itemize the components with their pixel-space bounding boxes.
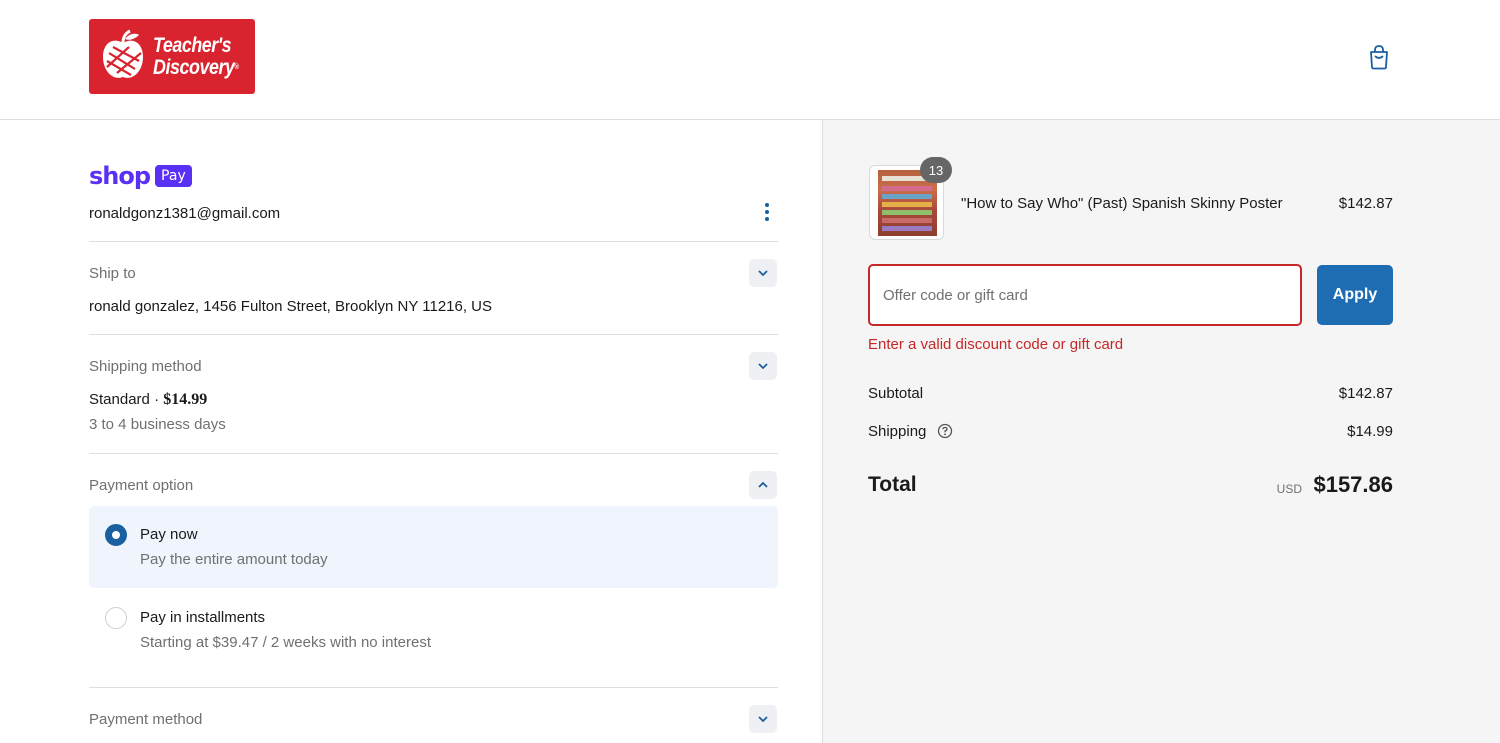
separator-dot: · [154, 391, 160, 408]
poster-stripe [882, 202, 932, 207]
pay-in-installments-subtitle: Starting at $39.47 / 2 weeks with no int… [140, 634, 431, 651]
poster-stripe [882, 218, 932, 223]
logo-line-1: Teacher's [153, 33, 232, 57]
poster-stripe [882, 226, 932, 231]
discount-code-input[interactable] [868, 264, 1302, 326]
shopping-bag-icon [1370, 45, 1388, 70]
shipping-label: Shipping [868, 423, 927, 440]
pay-in-installments-option[interactable]: Pay in installments Starting at $39.47 /… [89, 589, 778, 671]
chevron-down-icon [758, 716, 768, 723]
apply-button[interactable]: Apply [1317, 265, 1393, 325]
teachers-discovery-logo[interactable]: Teacher's Discovery® [89, 19, 255, 94]
payment-option-label: Payment option [89, 477, 194, 494]
logo-wordmark: Teacher's Discovery® [153, 33, 239, 79]
shipping-value: $14.99 [1347, 423, 1393, 440]
logo-reg-mark: ® [234, 63, 239, 71]
divider [89, 687, 778, 688]
shipping-row: Shipping [868, 423, 953, 440]
cart-button[interactable] [1364, 42, 1394, 72]
shipping-method-label: Shipping method [89, 358, 202, 375]
product-name: "How to Say Who" (Past) Spanish Skinny P… [961, 195, 1283, 212]
divider [89, 241, 778, 242]
chevron-down-icon [758, 270, 768, 277]
poster-stripe [882, 186, 932, 191]
apple-logo-icon [103, 29, 143, 78]
pay-now-title: Pay now [140, 526, 198, 543]
chevron-down-icon [758, 363, 768, 370]
logo-line-2: Discovery [153, 55, 235, 79]
pay-in-installments-radio[interactable] [105, 607, 127, 629]
checkout-header: Teacher's Discovery® [0, 0, 1500, 120]
pay-now-radio[interactable] [105, 524, 127, 546]
payment-method-expand-button[interactable] [749, 705, 777, 733]
pay-now-option[interactable]: Pay now Pay the entire amount today [89, 506, 778, 588]
discount-error-message: Enter a valid discount code or gift card [868, 336, 1124, 353]
divider [89, 334, 778, 335]
account-email: ronaldgonz1381@gmail.com [89, 205, 281, 222]
divider [89, 453, 778, 454]
chevron-up-icon [758, 481, 768, 488]
ship-to-address: ronald gonzalez, 1456 Fulton Street, Bro… [89, 298, 493, 315]
shipping-method-value: Standard · $14.99 [89, 391, 207, 409]
kebab-menu-icon-dot [765, 217, 769, 221]
kebab-menu-icon-dot [765, 210, 769, 214]
payment-option-collapse-button[interactable] [749, 471, 777, 499]
help-circle-icon[interactable] [937, 423, 953, 439]
total-currency: USD [1276, 482, 1302, 496]
total-value: $157.86 [1313, 472, 1393, 497]
order-summary: 13 "How to Say Who" (Past) Spanish Skinn… [823, 120, 1500, 743]
shipping-method-price: $14.99 [163, 391, 208, 408]
payment-method-label: Payment method [89, 711, 203, 728]
total-label: Total [868, 473, 917, 496]
pay-badge: Pay [155, 165, 192, 187]
pay-in-installments-title: Pay in installments [140, 609, 266, 626]
shipping-method-expand-button[interactable] [749, 352, 777, 380]
shipping-method-eta: 3 to 4 business days [89, 416, 226, 433]
ship-to-expand-button[interactable] [749, 259, 777, 287]
poster-stripe [882, 210, 932, 215]
checkout-main: shop Pay ronaldgonz1381@gmail.com Ship t… [0, 120, 823, 743]
poster-stripe [882, 194, 932, 199]
kebab-menu-icon-dot [765, 203, 769, 207]
account-menu-button[interactable] [755, 200, 779, 224]
shipping-method-name: Standard [89, 391, 150, 408]
quantity-badge: 13 [920, 157, 952, 183]
ship-to-label: Ship to [89, 265, 136, 282]
product-price: $142.87 [1338, 195, 1393, 212]
subtotal-label: Subtotal [868, 385, 924, 402]
shop-pay-logo: shop Pay [89, 162, 192, 190]
subtotal-value: $142.87 [1338, 385, 1393, 402]
shop-wordmark: shop [89, 162, 151, 190]
pay-now-subtitle: Pay the entire amount today [140, 551, 328, 568]
